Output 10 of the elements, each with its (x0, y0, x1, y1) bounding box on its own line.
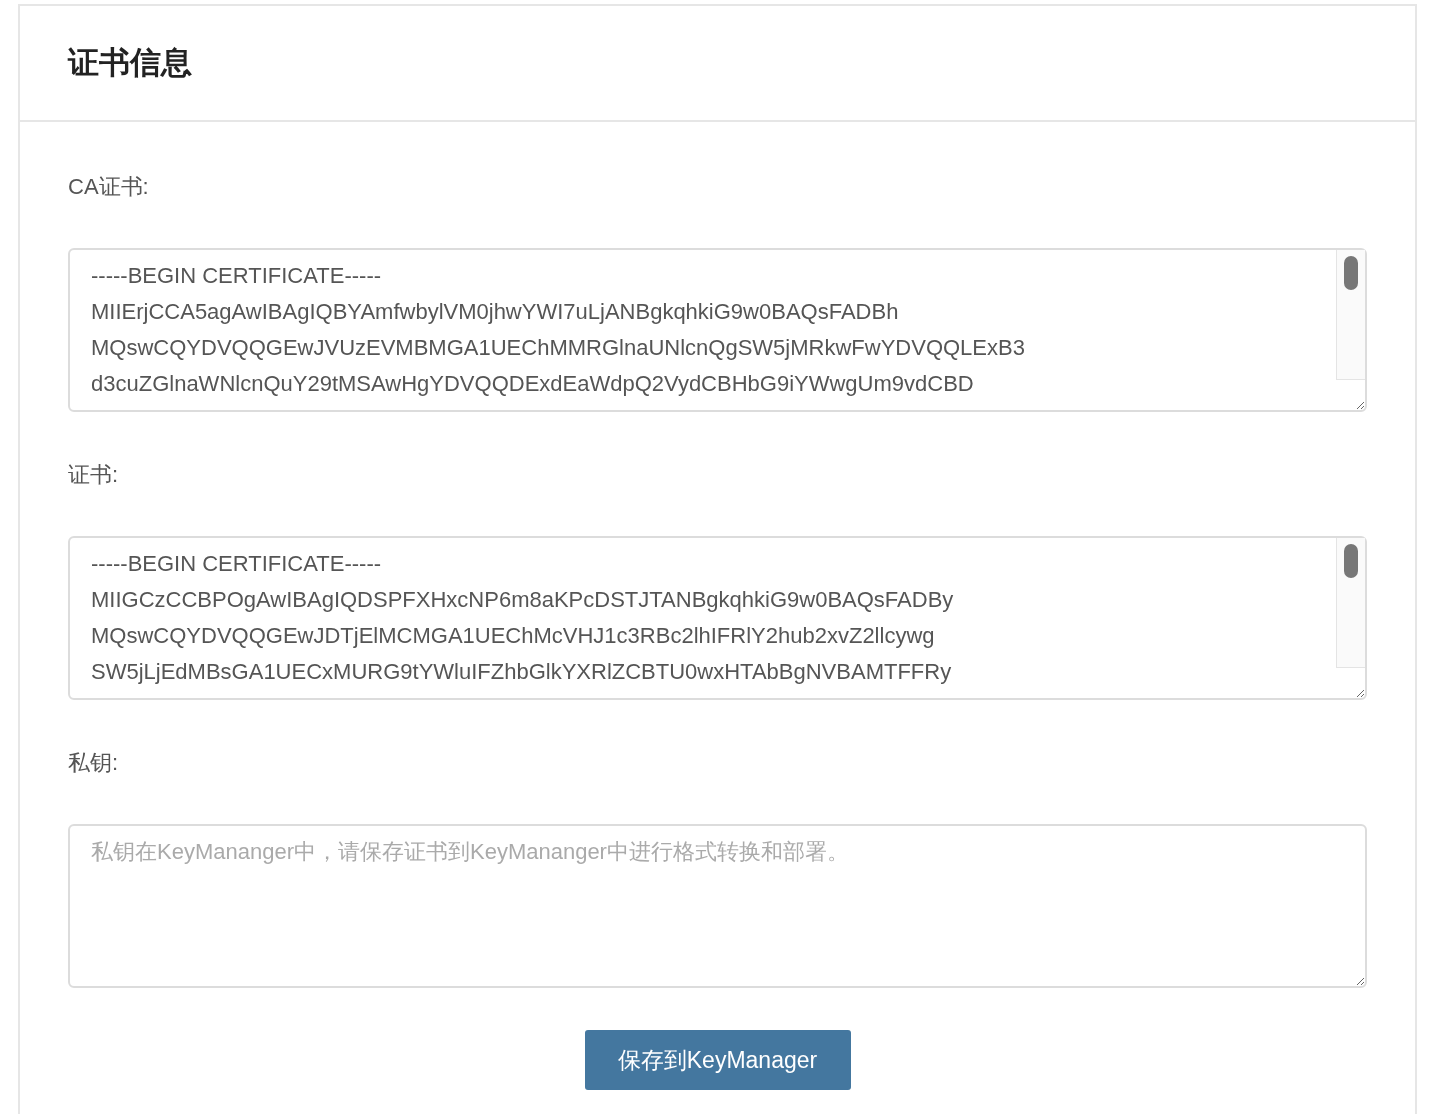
field-label: 证书: (68, 461, 120, 489)
field-label: CA证书: (68, 173, 150, 201)
panel-title: 证书信息 (68, 44, 192, 82)
scrollbar[interactable] (1336, 538, 1365, 668)
certificate-textarea[interactable]: -----BEGIN CERTIFICATE----- MIIErjCCA5agAwIBAgIQBYAmfwbylVM0jhwYWI7uLjANBgkqhkiG9w0BAQsFADBh MQswCQYDVQQGEwJVUzEVMBMGA1UEChMMRGlnaUNlcnQgSW5jMRkwFwYDVQQLExB3 d3cuZGlnaWNlcnQuY29tMSAwHgYDVQQDExdEaWdpQ2VydCBHbG9iYWwgUm9vdCBD (68, 248, 1367, 412)
certificate-textarea[interactable]: -----BEGIN CERTIFICATE----- MIIGCzCCBPOgAwIBAgIQDSPFXHxcNP6m8aKPcDSTJTANBgkqhkiG9w0BAQsFADBy MQswCQYDVQQGEwJDTjElMCMGA1UEChMcVHJ1c3RBc2lhIFRlY2hub2xvZ2llcywg SW5jLjEdMBsGA1UECxMURG9tYWluIFZhbGlkYXRlZCBTU0wxHTAbBgNVBAMTFFRy (68, 536, 1367, 700)
save-button[interactable]: 保存到KeyManager (584, 1030, 851, 1090)
field-label: 私钥: (68, 749, 120, 777)
private-key-textarea[interactable]: 私钥在KeyMananger中，请保存证书到KeyMananger中进行格式转换和部署。 (68, 824, 1367, 988)
scrollbar[interactable] (1336, 250, 1365, 380)
